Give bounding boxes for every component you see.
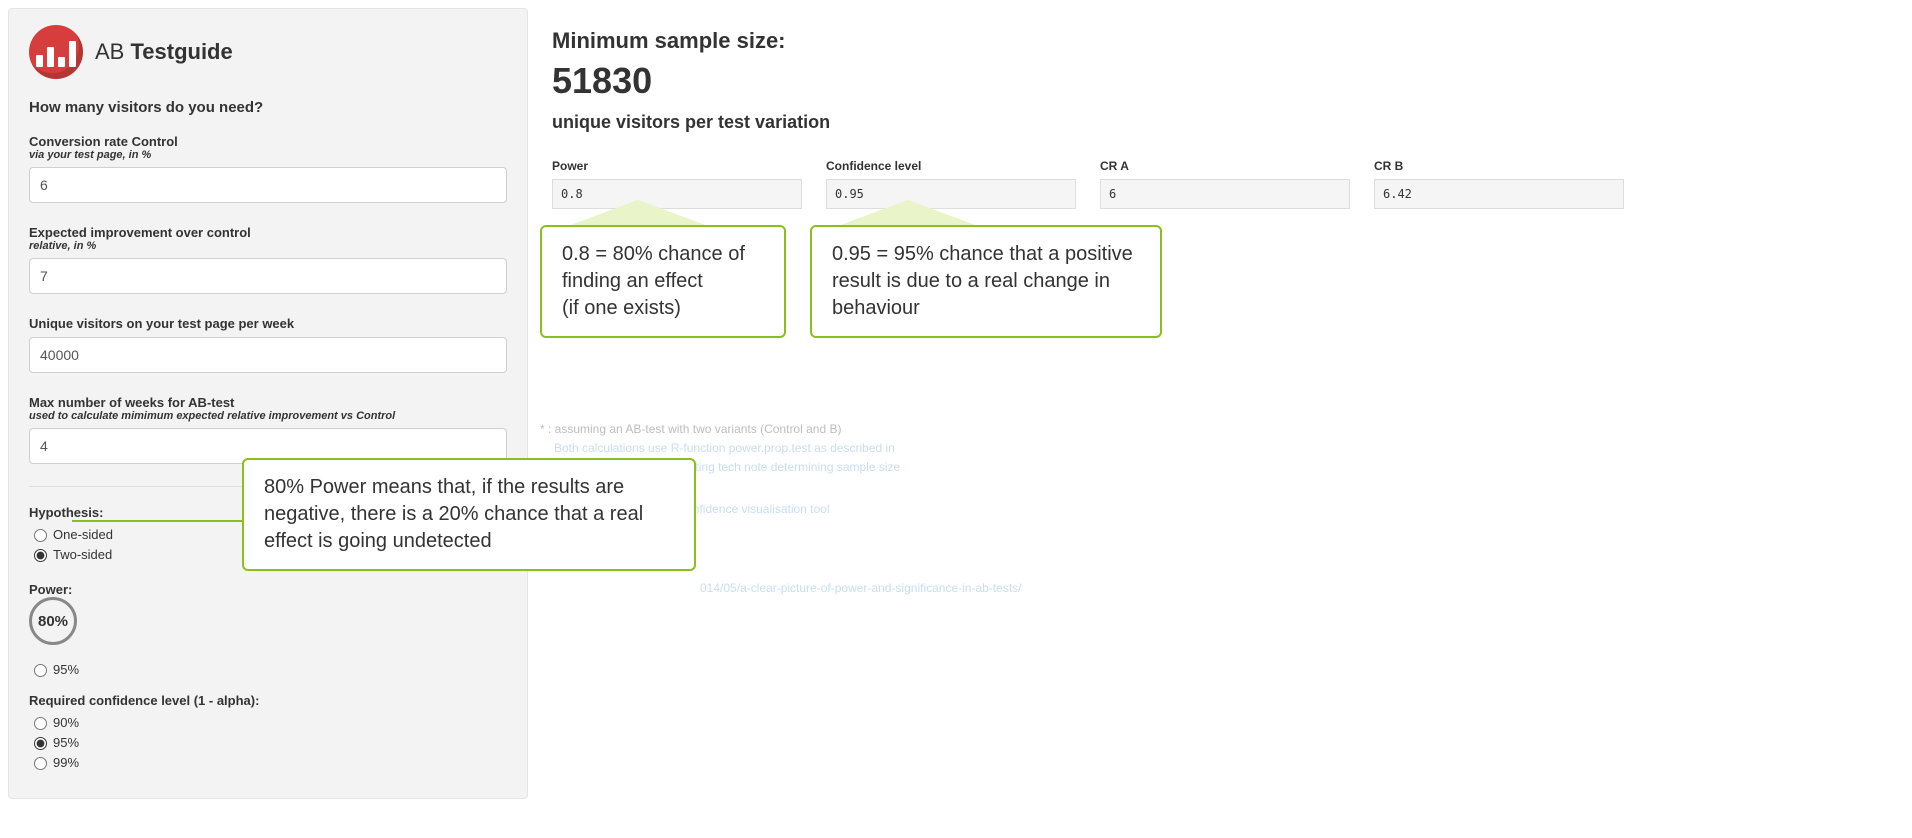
readout-power-label: Power xyxy=(552,159,802,173)
power-option-95[interactable]: 95% xyxy=(29,661,507,677)
result-title: Minimum sample size: xyxy=(552,28,1872,54)
callout-confidence: 0.95 = 95% chance that a positive result… xyxy=(810,225,1162,338)
triangle-decoration-1 xyxy=(568,200,708,226)
triangle-decoration-2 xyxy=(838,200,978,226)
result-subtitle: unique visitors per test variation xyxy=(552,112,1872,133)
readout-cra-value: 6 xyxy=(1100,179,1350,209)
callout-power-text: 0.8 = 80% chance of finding an effect (i… xyxy=(562,243,745,319)
hypothesis-two-label: Two-sided xyxy=(53,547,112,562)
main-panel: Minimum sample size: 51830 unique visito… xyxy=(528,0,1912,289)
callout-power-explanation-text: 80% Power means that, if the results are… xyxy=(264,476,643,552)
confidence-radio-90[interactable] xyxy=(34,717,47,730)
faded-url: 014/05/a-clear-picture-of-power-and-sign… xyxy=(540,579,1440,598)
confidence-option-99[interactable]: 99% xyxy=(29,754,507,770)
improvement-input[interactable] xyxy=(29,258,507,294)
logo-icon xyxy=(29,25,83,79)
conversion-sublabel: via your test page, in % xyxy=(29,149,507,161)
confidence-label: Required confidence level (1 - alpha): xyxy=(29,693,507,708)
power-label: Power: xyxy=(29,582,507,597)
readout-cra: CR A 6 xyxy=(1100,159,1350,209)
readout-row: Power 0.8 Confidence level 0.95 CR A 6 C… xyxy=(552,159,1872,209)
brand-light: AB xyxy=(95,39,130,64)
confidence-radio-95[interactable] xyxy=(34,737,47,750)
readout-conf-label: Confidence level xyxy=(826,159,1076,173)
improvement-label: Expected improvement over control xyxy=(29,225,507,240)
power-selected-circle: 80% xyxy=(29,597,77,645)
power-radio-95[interactable] xyxy=(34,664,47,677)
result-number: 51830 xyxy=(552,60,1872,102)
connector-line xyxy=(72,520,252,522)
sidebar: AB Testguide How many visitors do you ne… xyxy=(8,8,528,799)
callout-confidence-text: 0.95 = 95% chance that a positive result… xyxy=(832,243,1133,319)
improvement-group: Expected improvement over control relati… xyxy=(29,225,507,294)
brand-bold: Testguide xyxy=(130,39,232,64)
visitors-label: Unique visitors on your test page per we… xyxy=(29,316,507,331)
confidence-90-label: 90% xyxy=(53,715,79,730)
brand-text: AB Testguide xyxy=(95,39,233,65)
readout-cra-label: CR A xyxy=(1100,159,1350,173)
visitors-input[interactable] xyxy=(29,337,507,373)
power-row: 80% 90% 95% xyxy=(29,603,507,677)
power-95-label: 95% xyxy=(53,662,79,677)
readout-crb-label: CR B xyxy=(1374,159,1624,173)
confidence-option-90[interactable]: 90% xyxy=(29,714,507,730)
callout-power-explanation: 80% Power means that, if the results are… xyxy=(242,458,696,571)
confidence-95-label: 95% xyxy=(53,735,79,750)
visitors-group: Unique visitors on your test page per we… xyxy=(29,316,507,373)
weeks-sublabel: used to calculate mimimum expected relat… xyxy=(29,410,507,422)
hypothesis-radio-one[interactable] xyxy=(34,529,47,542)
conversion-input[interactable] xyxy=(29,167,507,203)
confidence-option-95[interactable]: 95% xyxy=(29,734,507,750)
callout-power: 0.8 = 80% chance of finding an effect (i… xyxy=(540,225,786,338)
hypothesis-one-label: One-sided xyxy=(53,527,113,542)
readout-crb-value: 6.42 xyxy=(1374,179,1624,209)
faded-line-1: * : assuming an AB-test with two variant… xyxy=(540,420,1440,439)
readout-crb: CR B 6.42 xyxy=(1374,159,1624,209)
faded-line-2: Both calculations use R-function power.p… xyxy=(540,439,1440,458)
confidence-radio-99[interactable] xyxy=(34,757,47,770)
brand-row: AB Testguide xyxy=(29,25,507,79)
improvement-sublabel: relative, in % xyxy=(29,240,507,252)
weeks-label: Max number of weeks for AB-test xyxy=(29,395,507,410)
conversion-label: Conversion rate Control xyxy=(29,134,507,149)
confidence-99-label: 99% xyxy=(53,755,79,770)
page-subtitle: How many visitors do you need? xyxy=(29,99,507,116)
hypothesis-radio-two[interactable] xyxy=(34,549,47,562)
conversion-group: Conversion rate Control via your test pa… xyxy=(29,134,507,203)
weeks-group: Max number of weeks for AB-test used to … xyxy=(29,395,507,464)
